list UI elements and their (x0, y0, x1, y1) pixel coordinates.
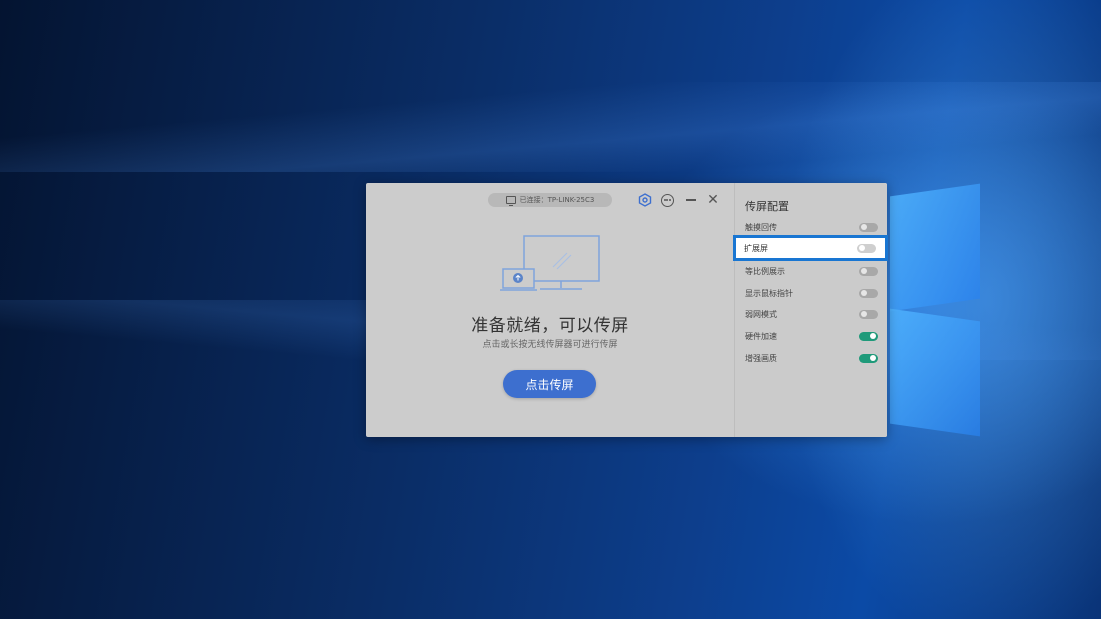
option-weak-network[interactable]: 弱网模式 (735, 303, 887, 325)
light-beam (0, 82, 1101, 172)
show-cursor-toggle[interactable] (859, 288, 878, 298)
extended-screen-toggle[interactable] (857, 243, 876, 253)
option-label: 等比例展示 (745, 266, 785, 276)
option-label: 触摸回传 (745, 222, 777, 232)
hardware-acceleration-toggle[interactable] (859, 331, 878, 341)
option-label: 增强画质 (745, 353, 777, 363)
ready-title: 准备就绪，可以传屏 (471, 316, 629, 336)
close-button[interactable]: ✕ (704, 191, 722, 209)
more-button[interactable] (658, 191, 676, 209)
ready-subtitle: 点击或长按无线传屏器可进行传屏 (482, 340, 618, 350)
screen-cast-dialog: 已连接：TP-LINK-25C3 ✕ 准备就绪，可以传屏 点击或长按无线传屏器可… (366, 183, 887, 437)
connection-status-pill: 已连接：TP-LINK-25C3 (488, 193, 612, 207)
close-icon: ✕ (707, 192, 719, 208)
option-label: 显示鼠标指针 (745, 288, 793, 298)
cast-config-panel: 传屏配置 触摸回传 等比例展示 显示鼠标指针 弱网模式 硬件加速 增强画质 (734, 183, 887, 437)
monitor-icon (505, 196, 516, 206)
windows-logo (880, 180, 990, 450)
more-icon (660, 193, 674, 207)
start-cast-button[interactable]: 点击传屏 (503, 370, 596, 398)
screen-cast-illustration (500, 235, 600, 291)
option-label: 弱网模式 (745, 309, 777, 319)
option-extended-screen[interactable]: 扩展屏 (733, 235, 888, 261)
option-label: 硬件加速 (745, 331, 777, 341)
option-show-cursor[interactable]: 显示鼠标指针 (735, 282, 887, 304)
minimize-button[interactable] (682, 191, 700, 209)
enhanced-quality-toggle[interactable] (859, 353, 878, 363)
proportional-display-toggle[interactable] (859, 266, 878, 276)
option-label: 扩展屏 (744, 243, 768, 253)
option-enhanced-quality[interactable]: 增强画质 (735, 347, 887, 369)
main-panel: 已连接：TP-LINK-25C3 ✕ 准备就绪，可以传屏 点击或长按无线传屏器可… (366, 183, 734, 437)
minimize-icon (686, 199, 696, 201)
option-hardware-acceleration[interactable]: 硬件加速 (735, 325, 887, 347)
connection-status-label: 已连接：TP-LINK-25C3 (519, 196, 595, 204)
config-panel-title: 传屏配置 (745, 200, 789, 213)
settings-button[interactable] (636, 191, 654, 209)
settings-hex-icon (638, 193, 652, 207)
weak-network-toggle[interactable] (859, 309, 878, 319)
touch-feedback-toggle[interactable] (859, 222, 878, 232)
option-proportional-display[interactable]: 等比例展示 (735, 260, 887, 282)
